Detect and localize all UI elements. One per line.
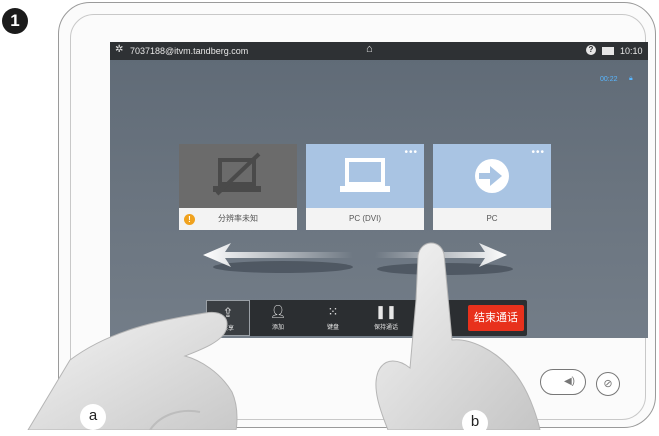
sip-address: 7037188@itvm.tandberg.com [130,46,249,56]
settings-gear-icon[interactable]: ✲ [115,44,123,55]
swipe-right-arrow [375,243,513,275]
end-call-button[interactable]: 结束通话 [468,305,524,331]
add-person-icon: 👤︎ [269,304,287,319]
camera-icon[interactable] [602,47,614,55]
keypad-icon: ⁙ [327,304,339,319]
mute-microphone-button[interactable]: ⊘ [596,372,620,396]
help-icon[interactable]: ? [586,45,596,55]
keypad-label: 键盘 [326,325,339,331]
swipe-left-arrow [203,243,353,273]
more-options-icon[interactable]: ••• [531,147,545,158]
call-control-bar: ⇪ 共享 👤︎ 添加 ⁙ 键盘 ❚❚ 保持通话 ⇄ 转呼 结束通话 [206,300,527,336]
share-label: 共享 [221,326,234,332]
source-label: PC (DVI) [306,208,424,230]
warning-icon: ! [184,214,195,225]
touch-screen: ✲ 7037188@itvm.tandberg.com ⌂ ? 10:10 00… [110,42,648,338]
source-label: PC [433,208,551,230]
source-tile-pc[interactable]: ••• PC [433,144,551,230]
more-options-icon[interactable]: ••• [404,147,418,158]
transfer-icon: ⇄ [432,304,444,319]
step-number-badge: 1 [2,8,28,34]
home-icon[interactable]: ⌂ [366,43,373,55]
hold-label: 保持通话 [373,325,398,331]
annotation-b: b [462,410,488,436]
microphone-muted-icon: ⊘ [603,378,613,390]
speaker-icon: ◀︎) [563,376,575,387]
source-tile-pc-dvi[interactable]: ••• PC (DVI) [306,144,424,230]
transfer-label: 转呼 [431,325,444,331]
keypad-button[interactable]: ⁙ 键盘 [311,300,355,336]
transfer-button[interactable]: ⇄ 转呼 [418,300,458,336]
source-label: 分辨率未知 [179,208,297,230]
annotation-a: a [80,404,106,430]
share-button[interactable]: ⇪ 共享 [206,300,250,336]
call-timer: 00:22 [600,76,618,83]
pause-icon: ❚❚ [375,304,397,319]
add-label: 添加 [271,325,284,331]
hold-button[interactable]: ❚❚ 保持通话 [361,300,411,336]
encryption-lock-icon: 🔒︎ [629,75,633,82]
share-icon: ⇪ [222,305,234,320]
add-participant-button[interactable]: 👤︎ 添加 [256,300,300,336]
source-tile-unknown[interactable]: 分辨率未知 ! [179,144,297,230]
volume-button[interactable]: ◀︎) [540,369,586,395]
clock: 10:10 [620,46,643,56]
laptop-crossed-icon [213,152,261,196]
status-bar: ✲ 7037188@itvm.tandberg.com ⌂ ? 10:10 [110,42,648,60]
